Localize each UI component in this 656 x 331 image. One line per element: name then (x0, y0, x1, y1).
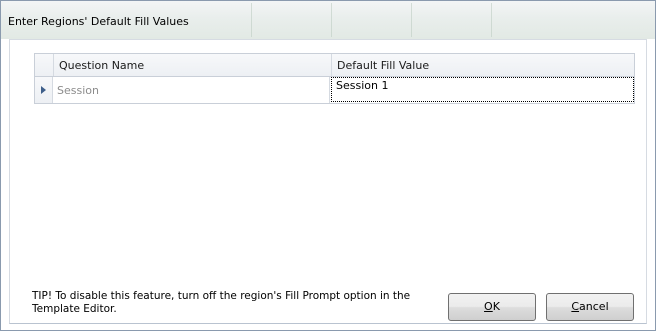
cancel-mnemonic: C (571, 300, 580, 313)
ok-label-rest: K (492, 300, 500, 313)
column-header-question-name[interactable]: Question Name (53, 54, 331, 76)
ok-mnemonic: O (484, 300, 493, 313)
title-bar-decoration (411, 3, 412, 37)
dialog-window: Enter Regions' Default Fill Values Quest… (0, 0, 656, 331)
tip-text: TIP! To disable this feature, turn off t… (32, 290, 432, 316)
grid-header: Question Name Default Fill Value (35, 54, 634, 77)
tip-line-2: Template Editor. (32, 303, 117, 315)
cancel-button[interactable]: Cancel (546, 293, 634, 321)
title-bar-decoration (491, 3, 492, 37)
title-bar-decoration (251, 3, 252, 37)
ok-button[interactable]: OK (448, 293, 536, 321)
default-fill-value-cell[interactable]: Session 1 (331, 77, 634, 102)
fill-values-grid[interactable]: Question Name Default Fill Value Session… (34, 53, 635, 104)
tip-line-1: TIP! To disable this feature, turn off t… (32, 290, 411, 302)
question-name-cell: Session (53, 77, 330, 103)
current-row-arrow-icon (41, 86, 46, 94)
table-row[interactable]: Session Session 1 (35, 77, 634, 103)
dialog-body: Question Name Default Fill Value Session… (9, 39, 647, 324)
row-header-corner (35, 54, 53, 76)
dialog-title: Enter Regions' Default Fill Values (8, 15, 189, 28)
column-header-default-fill-value[interactable]: Default Fill Value (331, 54, 634, 76)
row-selector[interactable] (35, 77, 53, 103)
title-bar-decoration (331, 3, 332, 37)
cancel-label-rest: ancel (579, 300, 609, 313)
title-bar[interactable]: Enter Regions' Default Fill Values (1, 1, 655, 39)
